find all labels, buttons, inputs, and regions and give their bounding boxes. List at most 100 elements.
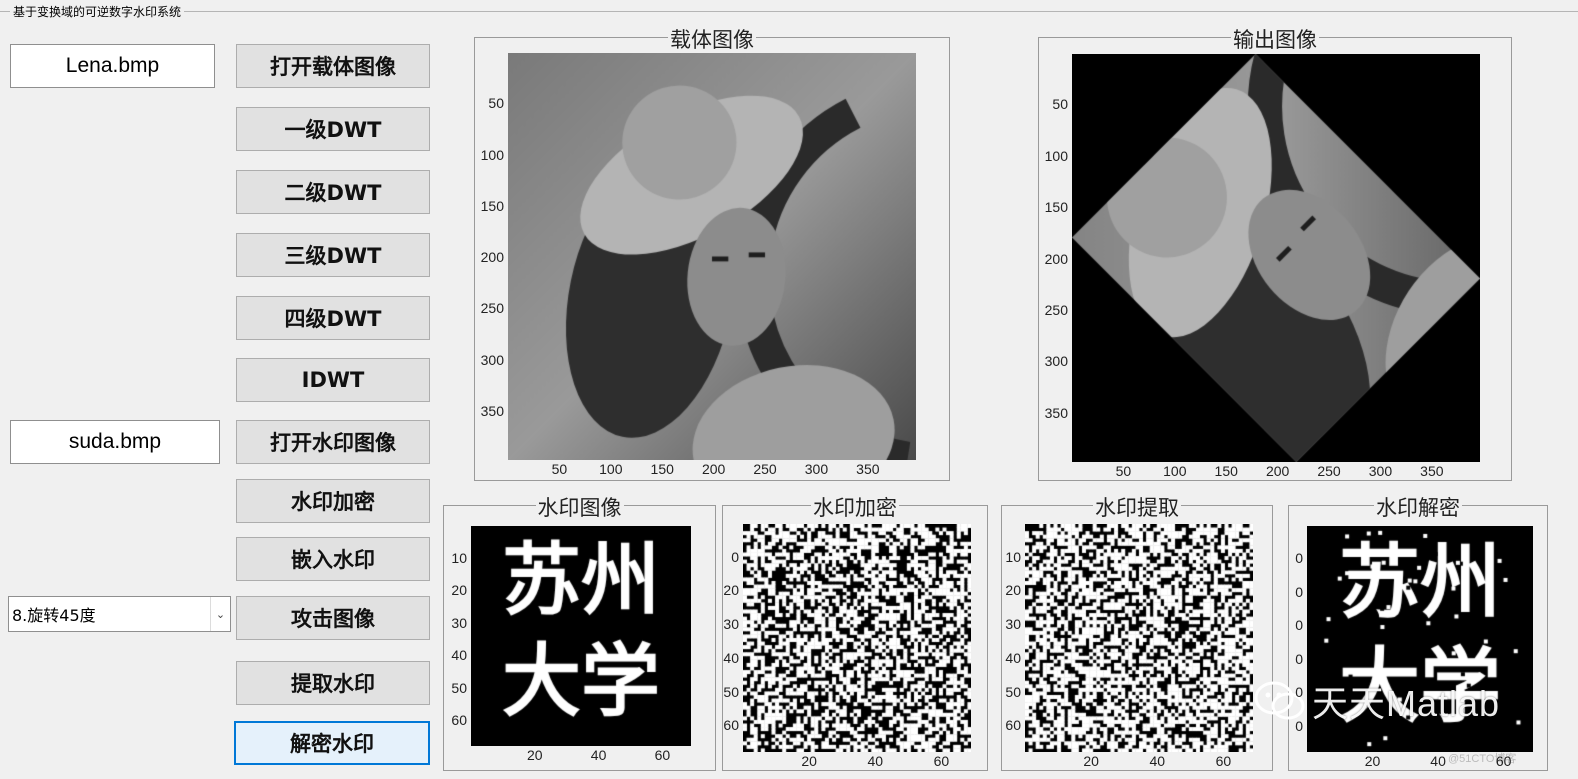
- wm-image-panel-title: 水印图像: [535, 496, 624, 520]
- y-tick-label: 0: [731, 548, 739, 565]
- y-tick-label: 40: [723, 649, 739, 666]
- carrier-panel-title: 载体图像: [668, 28, 756, 52]
- x-tick-label: 20: [527, 747, 543, 763]
- overlay-watermark-text: 天天Matlab: [1312, 683, 1501, 724]
- x-tick-label: 300: [1368, 463, 1393, 479]
- y-tick-label: 150: [480, 197, 504, 214]
- x-tick-label: 60: [1215, 753, 1232, 769]
- y-tick-label: 200: [480, 249, 504, 266]
- x-tick-label: 60: [654, 747, 671, 763]
- x-tick-label: 60: [933, 753, 950, 769]
- y-tick-label: 100: [1044, 147, 1068, 164]
- extract-watermark-button[interactable]: 提取水印: [236, 661, 430, 705]
- y-tick-label: 350: [1044, 404, 1068, 421]
- x-tick-label: 40: [590, 747, 607, 763]
- y-tick-label: 50: [1005, 683, 1021, 700]
- x-tick-label: 250: [1317, 463, 1341, 479]
- wm-decrypt-panel-title: 水印解密: [1374, 496, 1462, 520]
- wm-encrypt-panel-title: 水印加密: [811, 496, 899, 520]
- y-tick-label: 0: [1295, 717, 1303, 734]
- group-frame-title: 基于变换域的可逆数字水印系统: [10, 3, 185, 20]
- image-canvas: [471, 526, 691, 746]
- y-tick-label: 0: [1295, 550, 1303, 567]
- x-tick-label: 200: [1265, 463, 1290, 479]
- x-tick-label: 150: [1214, 463, 1238, 479]
- image-canvas: [1072, 54, 1480, 462]
- y-tick-label: 250: [1044, 302, 1068, 319]
- y-tick-label: 300: [480, 351, 504, 368]
- y-tick-label: 40: [1005, 649, 1021, 666]
- attack-type-select[interactable]: 8.旋转45度 ⌄: [8, 596, 231, 632]
- wm-extract-panel-title: 水印提取: [1093, 496, 1181, 520]
- image-canvas: [508, 53, 916, 460]
- encrypt-watermark-button[interactable]: 水印加密: [236, 479, 430, 523]
- y-tick-label: 40: [451, 647, 467, 664]
- x-tick-label: 20: [1083, 753, 1099, 769]
- group-frame-border: [0, 11, 1578, 12]
- y-tick-label: 60: [723, 717, 739, 734]
- y-tick-label: 10: [451, 549, 467, 566]
- output-image-axes: [1072, 54, 1480, 462]
- y-tick-label: 30: [723, 616, 739, 633]
- wm-extract-axes: [1025, 524, 1253, 752]
- y-tick-label: 200: [1044, 250, 1068, 267]
- y-tick-label: 300: [1044, 353, 1068, 370]
- dwt4-button[interactable]: 四级DWT: [236, 296, 430, 340]
- x-tick-label: 50: [551, 461, 568, 477]
- x-tick-label: 350: [1420, 463, 1444, 479]
- wm-image-axes: [471, 526, 691, 746]
- chevron-down-icon[interactable]: ⌄: [210, 597, 230, 631]
- y-tick-label: 0: [1295, 684, 1303, 701]
- carrier-image-axes: [508, 53, 916, 460]
- open-watermark-button[interactable]: 打开水印图像: [236, 420, 430, 464]
- x-tick-label: 40: [1149, 753, 1166, 769]
- image-canvas: [743, 524, 971, 752]
- watermark-filename-field[interactable]: suda.bmp: [10, 420, 220, 464]
- y-tick-label: 50: [723, 683, 739, 700]
- wm-encrypt-axes: [743, 524, 971, 752]
- attack-image-button[interactable]: 攻击图像: [236, 596, 430, 640]
- x-tick-label: 20: [1364, 753, 1381, 769]
- open-carrier-button[interactable]: 打开载体图像: [236, 44, 430, 88]
- y-tick-label: 60: [451, 712, 467, 729]
- dwt1-button[interactable]: 一级DWT: [236, 107, 430, 151]
- x-tick-label: 40: [867, 753, 884, 769]
- attack-type-value: 8.旋转45度: [12, 606, 96, 625]
- y-tick-label: 0: [1295, 583, 1303, 600]
- image-canvas: [1025, 524, 1253, 752]
- y-tick-label: 350: [480, 402, 504, 419]
- y-tick-label: 30: [451, 614, 467, 631]
- decrypt-watermark-button[interactable]: 解密水印: [234, 721, 430, 765]
- x-tick-label: 40: [1430, 753, 1446, 769]
- idwt-button[interactable]: IDWT: [236, 358, 430, 402]
- y-tick-label: 10: [1005, 548, 1021, 565]
- x-tick-label: 250: [753, 461, 777, 477]
- x-tick-label: 50: [1115, 463, 1132, 479]
- x-tick-label: 350: [856, 461, 880, 477]
- dwt3-button[interactable]: 三级DWT: [236, 233, 430, 277]
- y-tick-label: 150: [1044, 199, 1068, 216]
- x-tick-label: 150: [650, 461, 674, 477]
- y-tick-label: 100: [480, 146, 504, 163]
- output-panel-title: 输出图像: [1231, 28, 1319, 52]
- x-tick-label: 300: [804, 461, 829, 477]
- embed-watermark-button[interactable]: 嵌入水印: [236, 537, 430, 581]
- y-tick-label: 50: [488, 95, 504, 112]
- y-tick-label: 0: [1295, 650, 1303, 667]
- y-tick-label: 20: [1005, 582, 1021, 599]
- x-tick-label: 20: [801, 753, 817, 769]
- x-tick-label: 100: [1163, 463, 1187, 479]
- y-tick-label: 30: [1005, 616, 1021, 633]
- x-tick-label: 60: [1495, 753, 1512, 769]
- y-tick-label: 50: [451, 679, 467, 696]
- dwt2-button[interactable]: 二级DWT: [236, 170, 430, 214]
- x-tick-label: 100: [599, 461, 623, 477]
- y-tick-label: 20: [451, 582, 467, 599]
- y-tick-label: 250: [480, 300, 504, 317]
- carrier-filename-field[interactable]: Lena.bmp: [10, 44, 215, 88]
- x-tick-label: 200: [701, 461, 726, 477]
- y-tick-label: 20: [723, 582, 739, 599]
- y-tick-label: 60: [1005, 717, 1021, 734]
- y-tick-label: 50: [1052, 96, 1068, 113]
- y-tick-label: 0: [1295, 617, 1303, 634]
